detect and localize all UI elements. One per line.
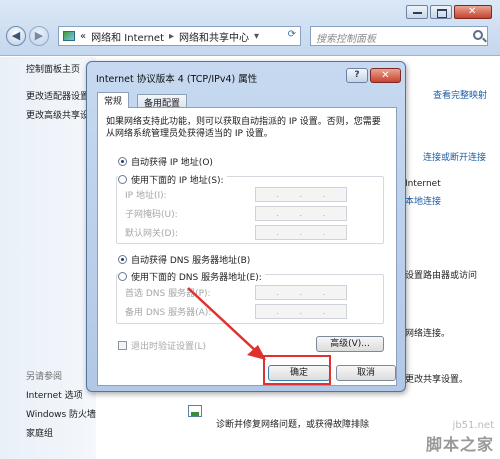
arrow-head [247, 345, 266, 360]
arrow-shaft [187, 287, 259, 354]
annotation-arrow [187, 287, 266, 360]
tab-general[interactable]: 常规 [97, 92, 130, 108]
watermark-url: jb51.net [452, 420, 494, 431]
watermark-name: 脚本之家 [425, 435, 494, 454]
watermark: jb51.net 脚本之家 [426, 420, 494, 455]
